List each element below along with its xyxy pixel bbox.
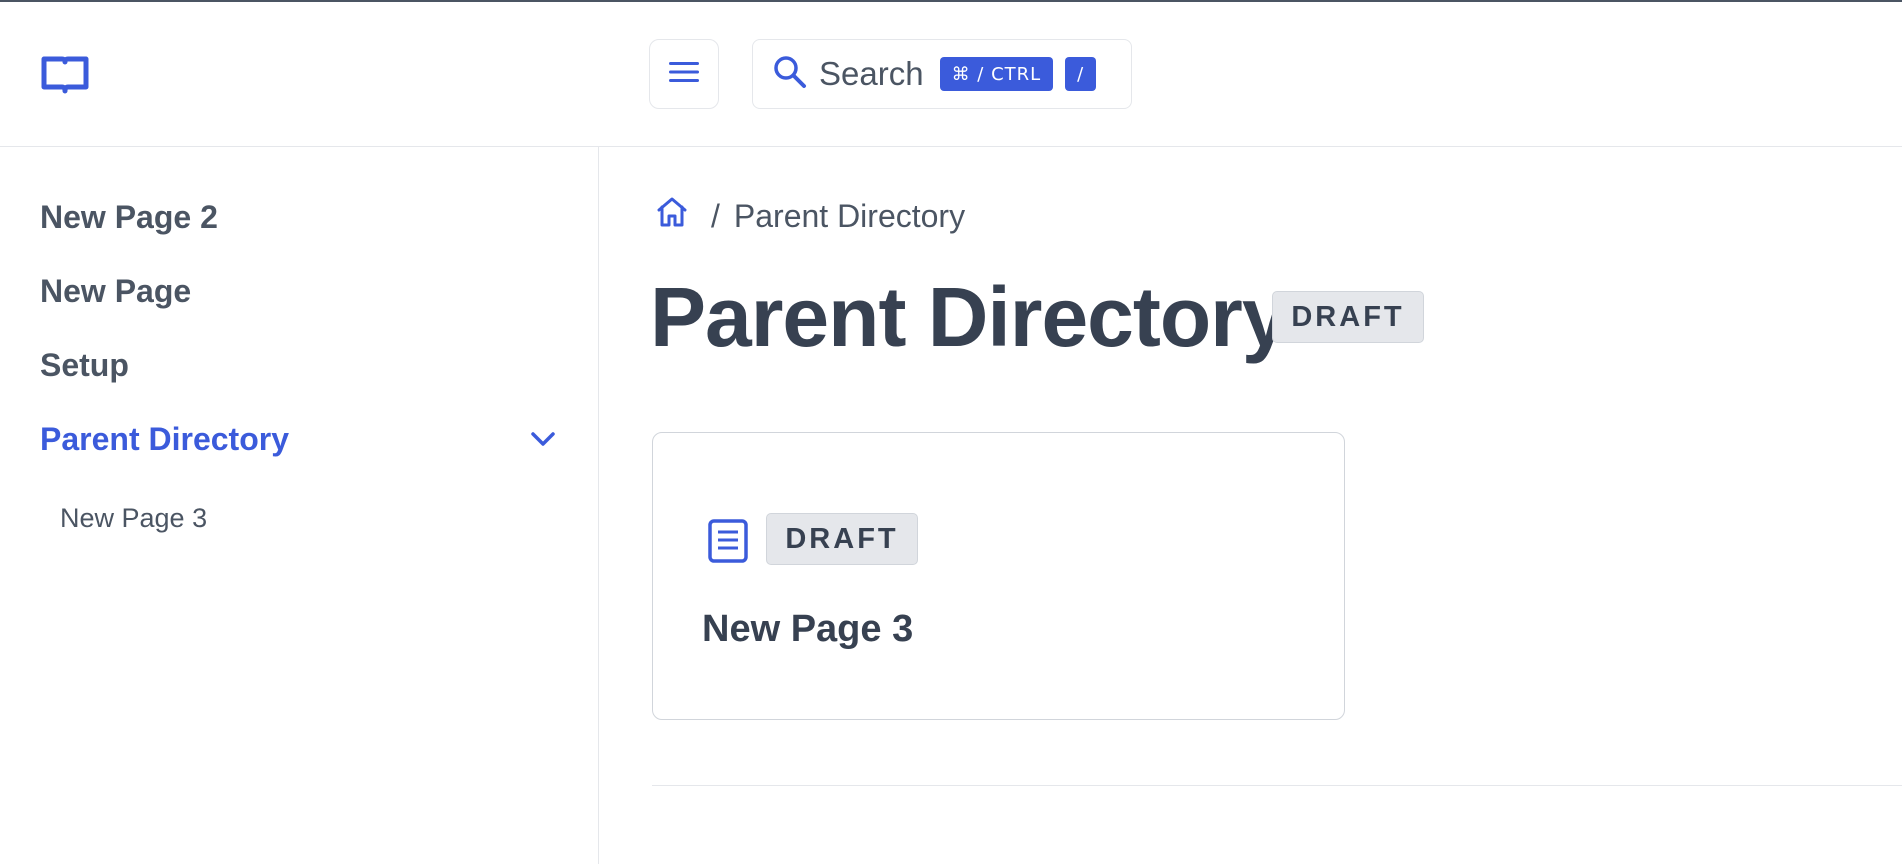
sidebar-item-new-page-2[interactable]: New Page 2 bbox=[40, 199, 218, 236]
breadcrumb-current: Parent Directory bbox=[733, 197, 966, 234]
sidebar-item-parent-directory[interactable]: Parent Directory bbox=[40, 421, 289, 458]
shortcut-key-ctrl: ⌘ / CTRL bbox=[939, 57, 1054, 91]
document-icon bbox=[705, 518, 751, 564]
status-badge: DRAFT bbox=[1272, 291, 1424, 343]
card-status-badge: DRAFT bbox=[766, 513, 918, 565]
page-title: Parent Directory bbox=[650, 270, 1289, 364]
content-divider bbox=[652, 785, 1902, 786]
page-card[interactable]: DRAFT New Page 3 bbox=[652, 432, 1345, 720]
chevron-down-icon[interactable] bbox=[528, 424, 558, 454]
breadcrumb-separator: / bbox=[711, 197, 720, 234]
sidebar-item-new-page[interactable]: New Page bbox=[40, 273, 191, 310]
top-header: Search ⌘ / CTRL / bbox=[0, 2, 1902, 147]
home-icon[interactable] bbox=[655, 195, 689, 237]
search-icon bbox=[773, 55, 807, 94]
search-label: Search bbox=[819, 55, 924, 92]
breadcrumb: / Parent Directory bbox=[655, 195, 965, 237]
card-title: New Page 3 bbox=[702, 608, 914, 650]
hamburger-menu-icon bbox=[669, 60, 699, 89]
menu-toggle-button[interactable] bbox=[649, 39, 719, 109]
sidebar-subitem-new-page-3[interactable]: New Page 3 bbox=[60, 503, 207, 534]
sidebar: New Page 2 New Page Setup Parent Directo… bbox=[0, 147, 599, 864]
shortcut-key-slash: / bbox=[1065, 57, 1097, 91]
book-logo-icon[interactable] bbox=[40, 55, 90, 95]
sidebar-item-setup[interactable]: Setup bbox=[40, 347, 129, 384]
search-button[interactable]: Search ⌘ / CTRL / bbox=[752, 39, 1132, 109]
